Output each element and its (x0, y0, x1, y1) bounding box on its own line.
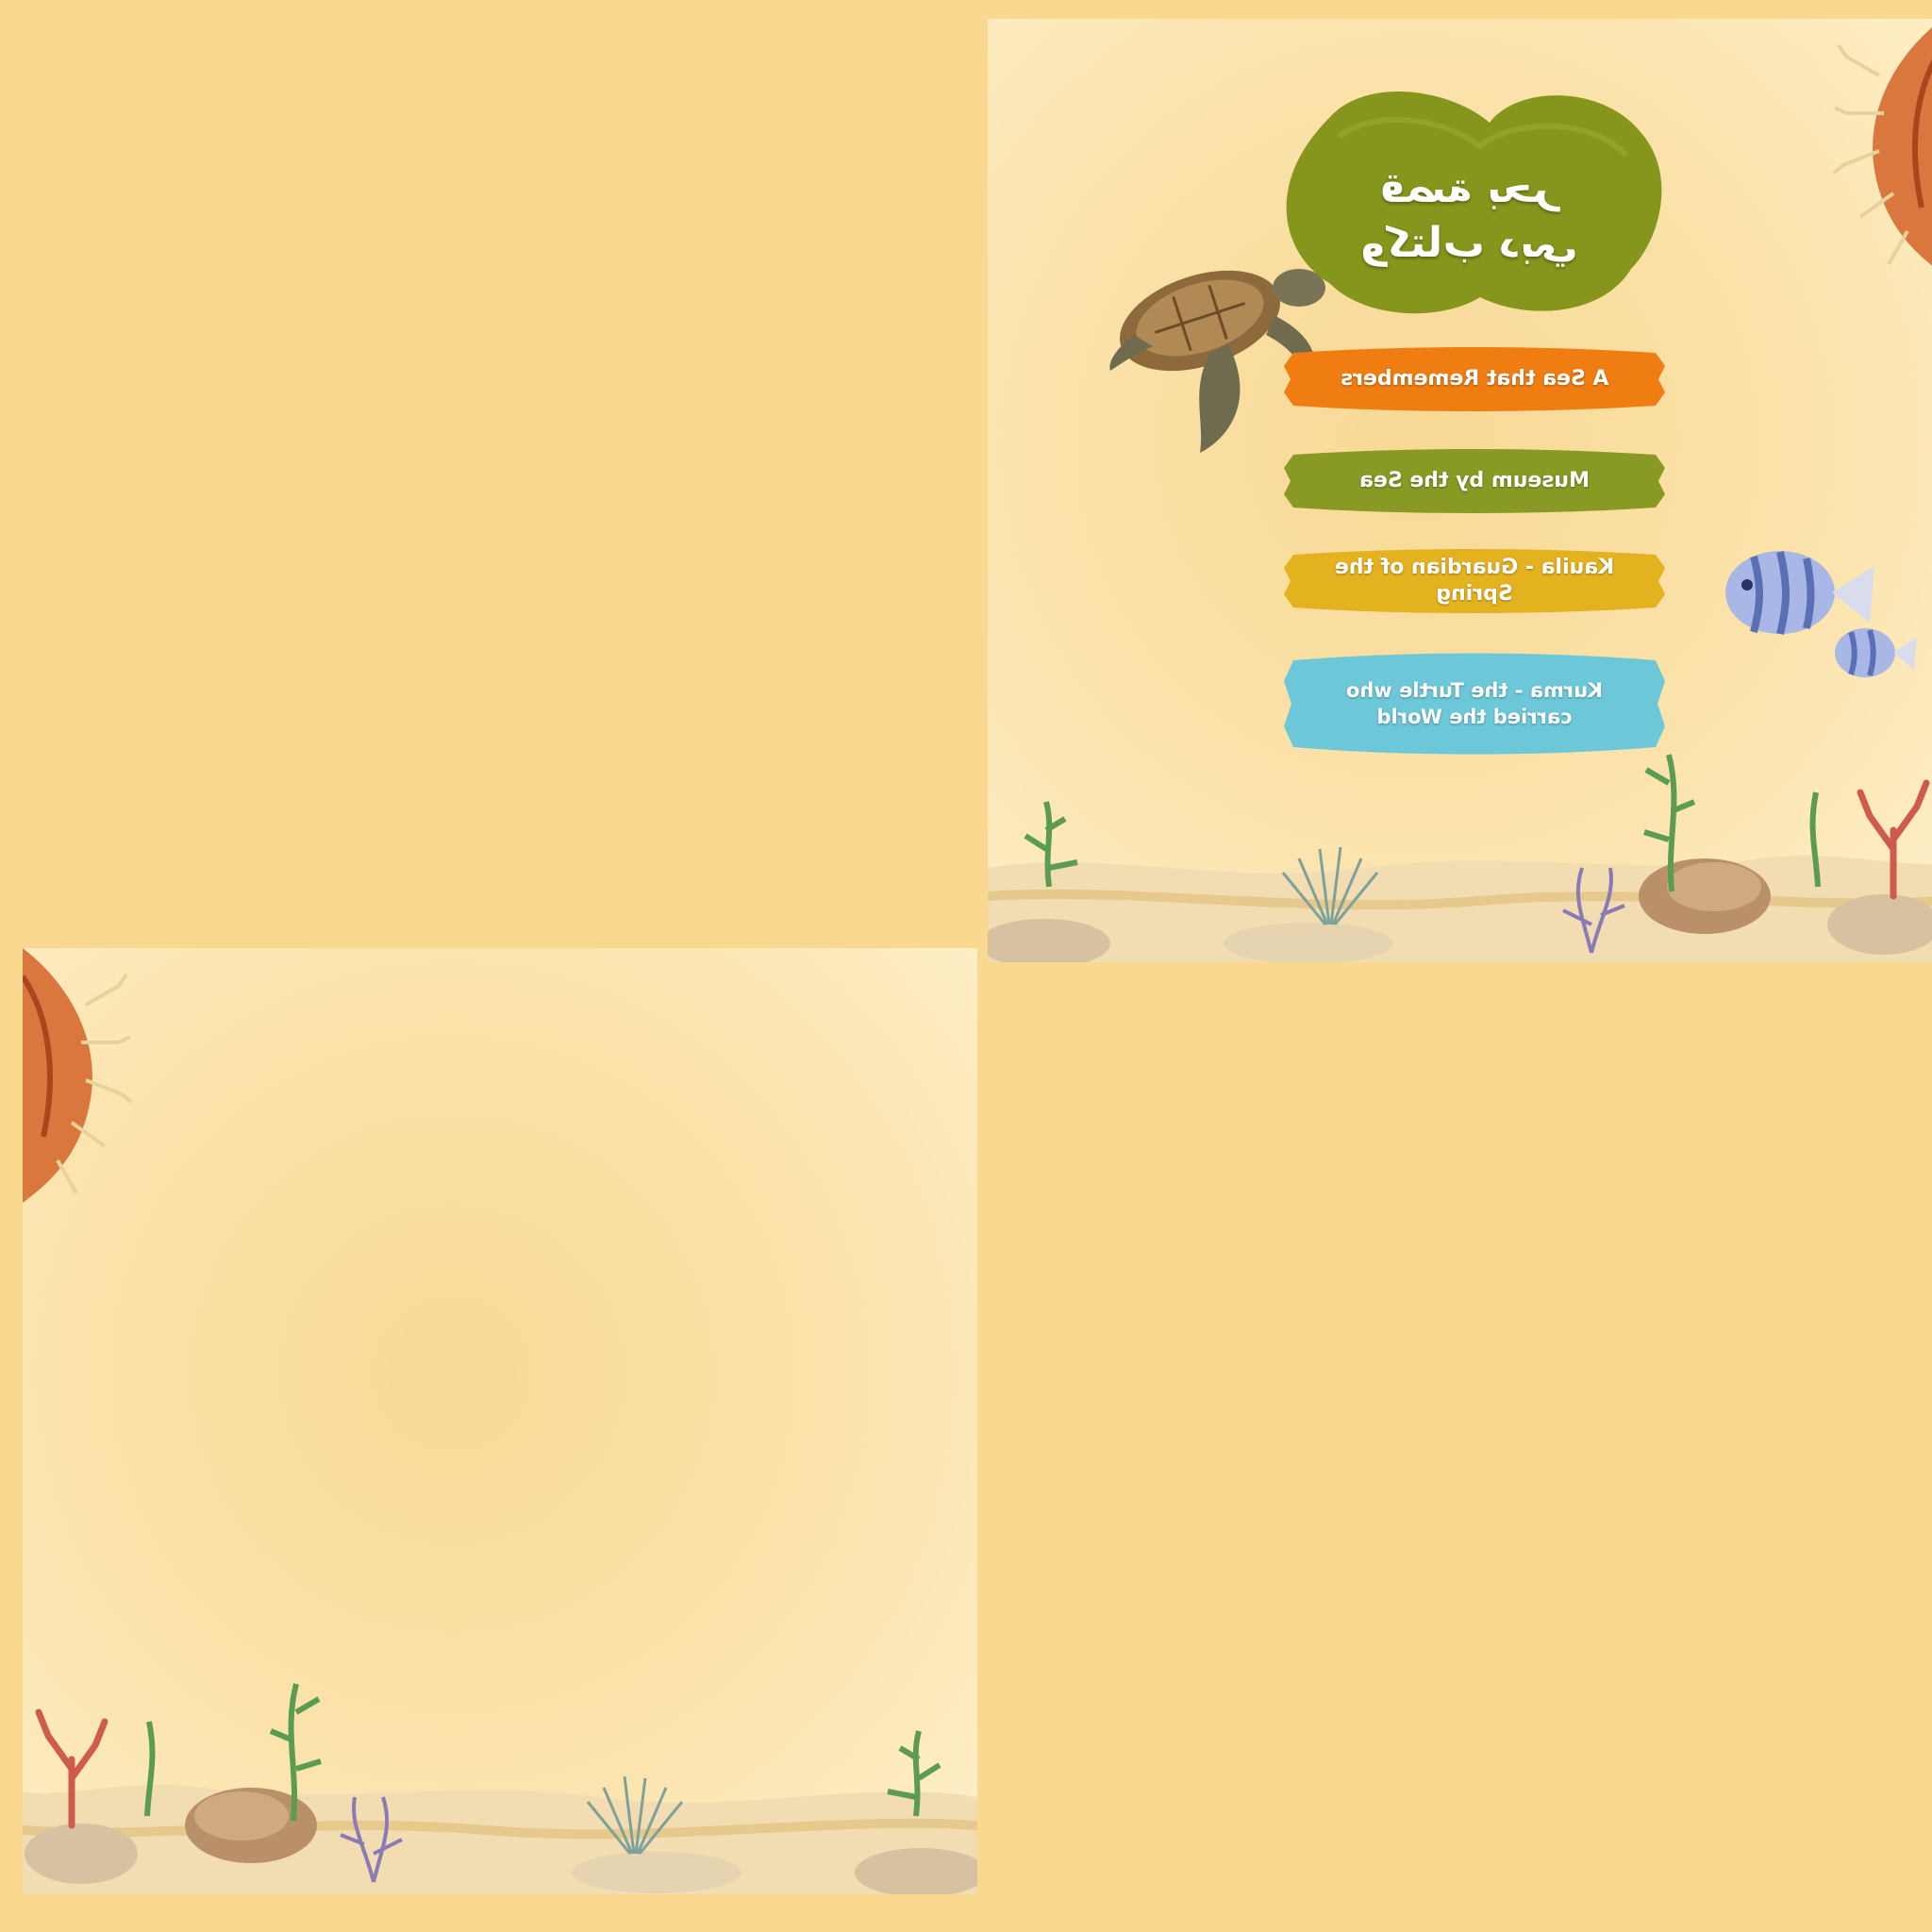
menu-button-kurma[interactable]: Kurma - the Turtle who carried the World (1276, 647, 1673, 760)
title-line-2: وكتاب دبي (1359, 219, 1578, 267)
menu-button-kauila[interactable]: Kauila - Guardian of the Spring (1276, 543, 1673, 619)
sand-seabed-illustration (988, 856, 1932, 962)
title-line-1: قصة بحر (1379, 164, 1558, 212)
sand-seabed-illustration (23, 1785, 977, 1894)
menu-button-museum-by-the-sea[interactable]: Museum by the Sea (1276, 443, 1673, 519)
orange-coral-illustration (23, 948, 133, 1203)
orange-coral-illustration (1832, 27, 1932, 266)
menu-button-a-sea-that-remembers[interactable]: A Sea that Remembers (1276, 341, 1673, 417)
book-page-left (23, 948, 977, 1894)
striped-fish-illustration (1725, 551, 1917, 677)
menu-button-label: Kauila - Guardian of the Spring (1334, 556, 1615, 606)
book-page-right: قصة بحر وكتاب دبي A Sea that Remembers M… (988, 19, 1932, 962)
seabed-scene (23, 948, 977, 1894)
menu-button-label: A Sea that Remembers (1340, 367, 1609, 391)
title-cloud: قصة بحر وكتاب دبي (1263, 80, 1674, 325)
menu-button-label: Museum by the Sea (1359, 469, 1590, 492)
menu-button-label: Kurma - the Turtle who carried the World (1345, 679, 1604, 728)
